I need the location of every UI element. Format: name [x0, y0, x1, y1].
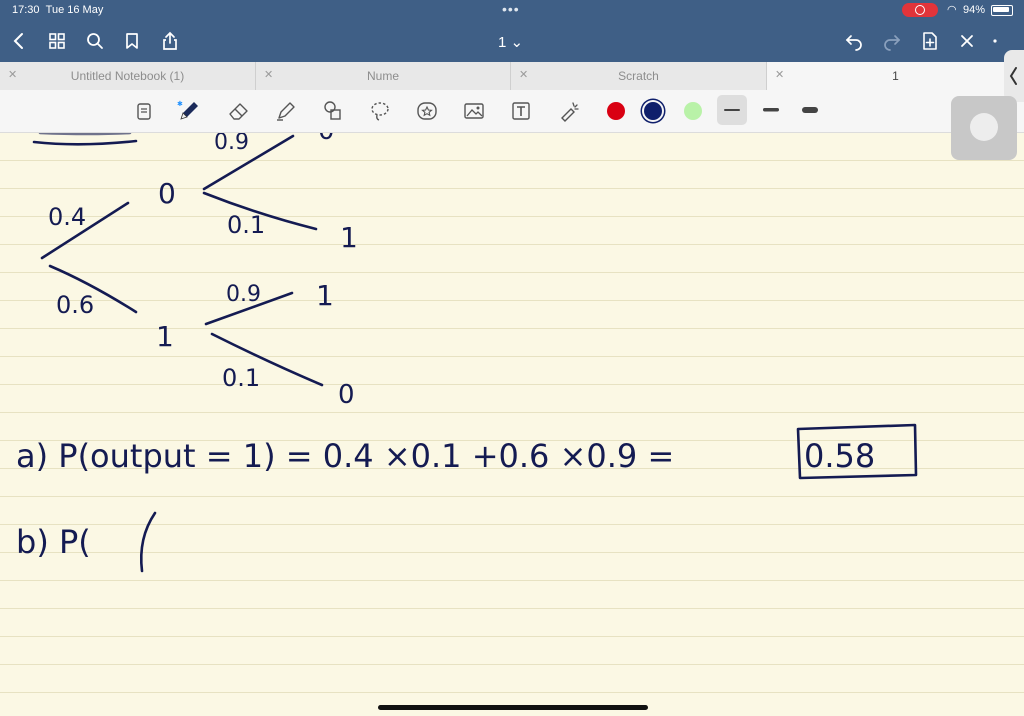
- drawing-toolbar: ✱: [0, 90, 1024, 133]
- home-indicator[interactable]: [378, 705, 648, 710]
- color-red-swatch[interactable]: [607, 102, 625, 120]
- shapes-icon[interactable]: [320, 98, 346, 124]
- redo-icon[interactable]: [879, 28, 905, 54]
- battery-percent: 94%: [963, 4, 986, 16]
- eraser-icon[interactable]: [226, 98, 252, 124]
- floating-video-overlay[interactable]: [951, 96, 1017, 160]
- more-icon[interactable]: [988, 28, 1002, 54]
- svg-text:✱: ✱: [177, 100, 183, 108]
- lasso-icon[interactable]: [367, 98, 393, 124]
- tab-scratch[interactable]: ✕ Scratch: [511, 62, 767, 90]
- share-icon[interactable]: [157, 28, 183, 54]
- label-bottom-down: 0.1: [222, 364, 260, 392]
- label-top-up: 0.9: [214, 133, 249, 155]
- color-navy-swatch-selected[interactable]: [644, 102, 662, 120]
- pen-icon[interactable]: ✱: [176, 98, 202, 124]
- color-green-swatch[interactable]: [684, 102, 702, 120]
- notebook-page[interactable]: 0.4 0.6 0 1 0.9 0 0.1 1 0.9 1 0.1 0 a) P…: [0, 133, 1024, 700]
- line-a: a) P(output = 1) = 0.4 ×0.1 +0.6 ×0.9 =: [16, 437, 674, 475]
- tab-untitled-notebook[interactable]: ✕ Untitled Notebook (1): [0, 62, 256, 90]
- leaf-bottom-down: 0: [338, 380, 355, 410]
- node-top: 0: [158, 177, 176, 210]
- laser-pointer-icon[interactable]: [556, 98, 582, 124]
- stroke-medium-icon[interactable]: [761, 106, 781, 114]
- label-root-down: 0.6: [56, 291, 94, 319]
- tab-current-note[interactable]: ✕ 1: [767, 62, 1024, 90]
- navigation-bar: 1 ⌄: [0, 20, 1024, 62]
- answer-a: 0.58: [804, 437, 875, 475]
- battery-icon: [991, 5, 1013, 16]
- label-root-up: 0.4: [48, 203, 86, 231]
- status-time: 17:30 Tue 16 May: [12, 4, 104, 16]
- undo-icon[interactable]: [841, 28, 867, 54]
- back-icon[interactable]: [6, 28, 32, 54]
- read-only-icon[interactable]: [131, 98, 157, 124]
- screen-recording-icon[interactable]: [902, 3, 938, 17]
- line-b: b) P(: [16, 523, 91, 561]
- search-icon[interactable]: [82, 28, 108, 54]
- tab-bar: ✕ Untitled Notebook (1) ✕ Nume ✕ Scratch…: [0, 62, 1024, 90]
- image-icon[interactable]: [461, 98, 487, 124]
- add-page-icon[interactable]: [917, 28, 943, 54]
- label-top-down: 0.1: [227, 211, 265, 239]
- status-bar: 17:30 Tue 16 May ••• ◠ 94%: [0, 0, 1024, 20]
- sidebar-handle[interactable]: [1004, 50, 1024, 102]
- highlighter-icon[interactable]: [273, 98, 299, 124]
- close-icon[interactable]: [954, 28, 980, 54]
- open-paren-stroke: [140, 511, 157, 573]
- text-tool-icon[interactable]: [508, 98, 534, 124]
- label-bottom-up: 0.9: [226, 282, 261, 307]
- multitasking-dots-icon[interactable]: •••: [502, 1, 520, 17]
- leaf-top-up: 0: [318, 133, 335, 146]
- handwriting-canvas: 0.4 0.6 0 1 0.9 0 0.1 1 0.9 1 0.1 0 a) P…: [16, 133, 918, 573]
- tab-nume[interactable]: ✕ Nume: [256, 62, 511, 90]
- stroke-thin-icon: [724, 109, 740, 111]
- leaf-top-down: 1: [340, 221, 358, 254]
- wifi-icon: ◠: [947, 4, 957, 16]
- leaf-bottom-up: 1: [316, 279, 334, 312]
- bookmark-icon[interactable]: [119, 28, 145, 54]
- stroke-thick-icon[interactable]: [800, 105, 820, 115]
- node-bottom: 1: [156, 320, 174, 353]
- sticker-icon[interactable]: [414, 98, 440, 124]
- page-selector[interactable]: 1 ⌄: [498, 33, 523, 51]
- grid-view-icon[interactable]: [44, 28, 70, 54]
